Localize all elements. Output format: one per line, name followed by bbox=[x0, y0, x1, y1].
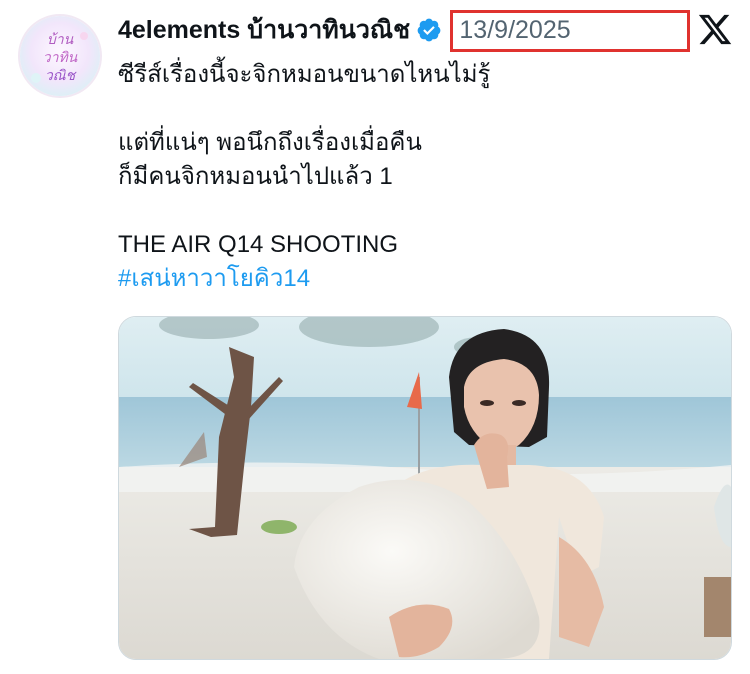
tweet-text: ซีรีส์เรื่องนี้จะจิกหมอนขนาดไหนไม่รู้ แต… bbox=[118, 58, 718, 296]
tweet-text-line: ซีรีส์เรื่องนี้จะจิกหมอนขนาดไหนไม่รู้ bbox=[118, 61, 491, 88]
date-highlight-box bbox=[450, 10, 690, 52]
tweet-text-line: ก็มีคนจิกหมอนนำไปแล้ว 1 bbox=[118, 163, 393, 190]
tweet-text-line bbox=[118, 194, 718, 228]
tweet-photo[interactable] bbox=[118, 316, 732, 660]
avatar-logo-line-3: วณิช bbox=[45, 68, 77, 84]
tweet-card[interactable]: บ้าน วาทิน วณิช 4elements บ้านวาทินวณิช … bbox=[0, 0, 750, 674]
verified-badge-icon bbox=[416, 17, 442, 43]
avatar-logo-line-2: วาทิน bbox=[43, 50, 78, 66]
display-name[interactable]: 4elements บ้านวาทินวณิช bbox=[118, 10, 410, 50]
tweet-text-line bbox=[118, 92, 718, 126]
hashtag-link[interactable]: #เสน่หาวาโยคิว14 bbox=[118, 262, 718, 296]
avatar[interactable]: บ้าน วาทิน วณิช bbox=[18, 14, 102, 98]
tweet-text-line: THE AIR Q14 SHOOTING bbox=[118, 231, 399, 258]
tweet-text-line: แต่ที่แน่ๆ พอนึกถึงเรื่องเมื่อคืน bbox=[118, 129, 422, 156]
avatar-logo-line-1: บ้าน bbox=[47, 32, 74, 48]
x-logo-icon[interactable] bbox=[697, 14, 733, 48]
